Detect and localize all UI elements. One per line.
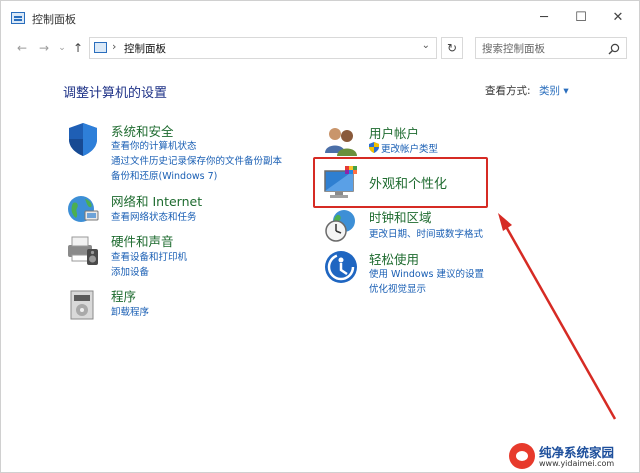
- category-network-internet: 网络和 Internet 查看网络状态和任务: [65, 191, 305, 227]
- users-icon[interactable]: [323, 123, 359, 159]
- link-change-date-time-format[interactable]: 更改日期、时间或数字格式: [369, 226, 483, 240]
- highlight-box: [313, 157, 488, 208]
- address-bar[interactable]: › 控制面板 ⌄: [89, 37, 437, 59]
- category-title[interactable]: 硬件和声音: [111, 231, 174, 250]
- category-title[interactable]: 时钟和区域: [369, 207, 432, 226]
- category-programs: 程序 卸载程序: [65, 286, 305, 322]
- category-hardware-sound: 硬件和声音 查看设备和打印机 添加设备: [65, 231, 305, 278]
- maximize-button[interactable]: ☐: [566, 7, 596, 29]
- search-placeholder: 搜索控制面板: [482, 43, 545, 55]
- link-devices-printers[interactable]: 查看设备和打印机: [111, 249, 187, 263]
- uac-shield-icon: [369, 142, 379, 153]
- view-by-label: 查看方式:: [485, 85, 531, 97]
- search-icon[interactable]: [608, 43, 620, 55]
- link-view-computer-status[interactable]: 查看你的计算机状态: [111, 138, 197, 152]
- link-network-status[interactable]: 查看网络状态和任务: [111, 209, 197, 223]
- category-system-security: 系统和安全 查看你的计算机状态 通过文件历史记录保存你的文件备份副本 备份和还原…: [65, 121, 305, 183]
- search-input[interactable]: 搜索控制面板: [475, 37, 627, 59]
- shield-icon[interactable]: [65, 121, 101, 157]
- forward-button[interactable]: →: [35, 38, 53, 58]
- link-uninstall-program[interactable]: 卸载程序: [111, 304, 149, 318]
- close-button[interactable]: ✕: [603, 7, 633, 29]
- breadcrumb-separator-icon[interactable]: ›: [112, 40, 116, 53]
- control-panel-window: 控制面板 ─ ☐ ✕ ← → ⌄ ↑ › 控制面板 ⌄ ↻ 搜索控制面板 调整计…: [0, 0, 640, 473]
- watermark-url: www.yidaimei.com: [539, 459, 615, 468]
- navigation-bar: ← → ⌄ ↑ › 控制面板 ⌄ ↻ 搜索控制面板: [1, 35, 639, 61]
- printer-speaker-icon[interactable]: [65, 231, 101, 267]
- title-bar: 控制面板 ─ ☐ ✕: [1, 1, 639, 35]
- link-optimize-visual-display[interactable]: 优化视觉显示: [369, 281, 426, 295]
- link-backup-restore[interactable]: 备份和还原(Windows 7): [111, 168, 217, 182]
- up-button[interactable]: ↑: [69, 38, 87, 58]
- clock-globe-icon[interactable]: [323, 207, 359, 243]
- watermark: 纯净系统家园 www.yidaimei.com: [509, 441, 635, 471]
- back-button[interactable]: ←: [13, 38, 31, 58]
- view-by-dropdown[interactable]: 类别 ▾: [539, 83, 569, 98]
- chevron-down-icon[interactable]: ⌄: [422, 40, 430, 51]
- watermark-logo-icon: [509, 443, 535, 469]
- link-add-device[interactable]: 添加设备: [111, 264, 149, 278]
- breadcrumb-control-panel[interactable]: 控制面板: [124, 41, 166, 56]
- control-panel-icon: [11, 12, 25, 24]
- control-panel-icon: [94, 42, 107, 53]
- category-user-accounts: 用户帐户 更改帐户类型: [323, 123, 583, 159]
- minimize-button[interactable]: ─: [529, 7, 559, 29]
- ease-of-access-icon[interactable]: [323, 249, 359, 285]
- page-title: 调整计算机的设置: [63, 86, 168, 101]
- category-title[interactable]: 程序: [111, 286, 136, 305]
- link-change-account-type[interactable]: 更改帐户类型: [381, 141, 438, 155]
- category-title[interactable]: 用户帐户: [369, 123, 419, 142]
- globe-network-icon[interactable]: [65, 191, 101, 227]
- category-title[interactable]: 网络和 Internet: [111, 191, 202, 210]
- link-windows-recommended-settings[interactable]: 使用 Windows 建议的设置: [369, 266, 484, 280]
- category-ease-of-access: 轻松使用 使用 Windows 建议的设置 优化视觉显示: [323, 249, 583, 295]
- category-clock-region: 时钟和区域 更改日期、时间或数字格式: [323, 207, 583, 243]
- programs-icon[interactable]: [65, 286, 101, 322]
- link-file-history-backup[interactable]: 通过文件历史记录保存你的文件备份副本: [111, 153, 282, 167]
- window-title: 控制面板: [32, 13, 76, 26]
- refresh-button[interactable]: ↻: [441, 37, 463, 59]
